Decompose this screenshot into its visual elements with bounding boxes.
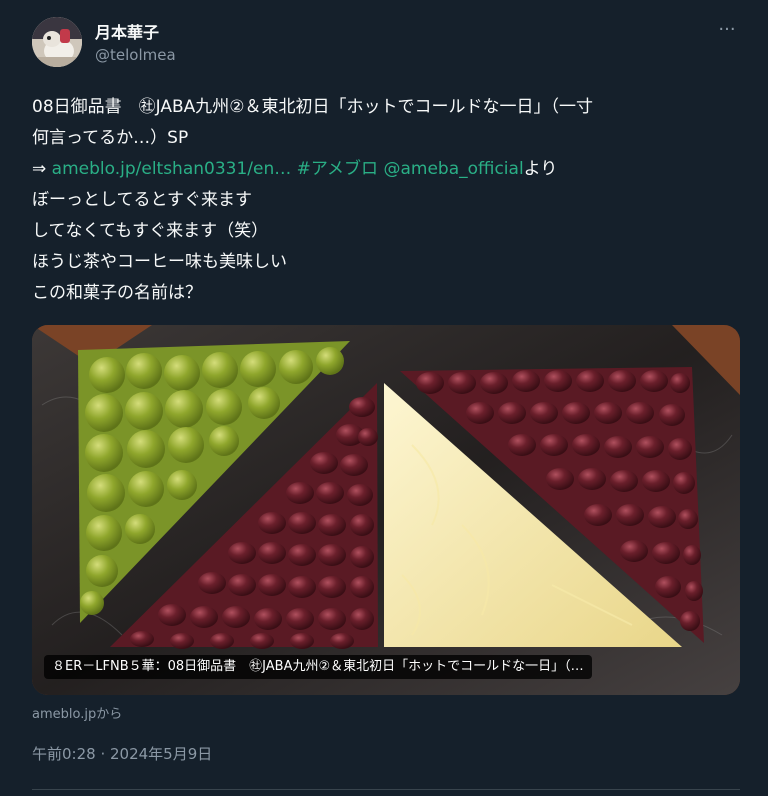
tweet-line: この和菓子の名前は？ [32, 283, 202, 303]
tweet-line: 08日御品書 ㊓JABA九州②＆東北初日「ホットでコールドな一日」（一寸 [32, 97, 594, 117]
author-handle[interactable]: @telolmea [95, 46, 176, 64]
wagashi-photo [32, 325, 740, 695]
link-card[interactable]: ８ER－LFNB５華：08日御品書 ㊓JABA九州②＆東北初日「ホットでコールド… [32, 325, 740, 695]
tweet-timestamp[interactable]: 午前0:28 · 2024年5月9日 [32, 743, 212, 764]
card-source[interactable]: ameblo.jpから [32, 703, 122, 722]
tweet-line: ぼーっとしてるとすぐ来ます [32, 190, 252, 210]
card-title: ８ER－LFNB５華：08日御品書 ㊓JABA九州②＆東北初日「ホットでコールド… [44, 655, 592, 679]
more-options-icon[interactable]: ··· [712, 17, 742, 43]
after-mention-text: より [523, 159, 558, 179]
blog-link[interactable]: ameblo.jp/eltshan0331/en… [52, 159, 292, 179]
divider [32, 789, 740, 790]
tweet-line: してなくてもすぐ来ます（笑） [32, 221, 269, 241]
avatar-image [32, 17, 82, 67]
tweet-text: 08日御品書 ㊓JABA九州②＆東北初日「ホットでコールドな一日」（一寸 何言っ… [32, 92, 744, 309]
author-display-name[interactable]: 月本華子 [95, 19, 159, 43]
tweet-line: 何言ってるか…）SP [32, 128, 189, 148]
avatar[interactable] [32, 17, 82, 67]
tweet-line: ほうじ茶やコーヒー味も美味しい [32, 252, 287, 272]
mention-link[interactable]: @ameba_official [383, 159, 523, 179]
arrow-text: ⇒ [32, 159, 52, 179]
hashtag-link[interactable]: #アメブロ [297, 159, 378, 179]
tweet-link-line: ⇒ ameblo.jp/eltshan0331/en… #アメブロ @ameba… [32, 154, 744, 185]
